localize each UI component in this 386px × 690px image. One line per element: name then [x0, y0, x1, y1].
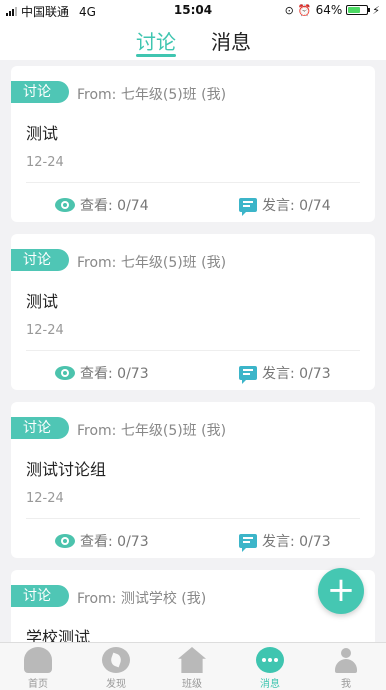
card-title: 测试: [26, 124, 59, 143]
discussion-card[interactable]: 讨论 From: 七年级(5)班 (我) 测试讨论组 12-24 查看: 0/7…: [11, 402, 375, 558]
reply-count-label: 发言: 0/73: [262, 366, 331, 382]
discover-icon: [102, 647, 130, 673]
alarm-icon: ⏰: [297, 3, 312, 17]
nav-messages-label: 消息: [260, 679, 280, 690]
discussion-tag: 讨论: [11, 81, 69, 103]
card-date: 12-24: [26, 323, 64, 338]
card-date: 12-24: [26, 155, 64, 170]
reply-count: 发言: 0/73: [239, 363, 331, 384]
comment-icon: [239, 366, 257, 384]
reply-count-label: 发言: 0/73: [262, 534, 331, 550]
profile-icon: [332, 647, 360, 673]
tab-discussion[interactable]: 讨论: [136, 26, 176, 55]
class-icon: [178, 647, 206, 673]
message-icon: [256, 647, 284, 673]
comment-icon: [239, 198, 257, 216]
header: 讨论 消息: [0, 20, 386, 60]
card-from: From: 七年级(5)班 (我): [77, 87, 227, 103]
nav-messages[interactable]: 消息: [240, 647, 300, 690]
view-count: 查看: 0/73: [55, 363, 149, 383]
tab-messages[interactable]: 消息: [211, 26, 251, 55]
card-title: 测试讨论组: [26, 460, 107, 479]
card-date: 12-24: [26, 491, 64, 506]
eye-icon: [55, 198, 75, 212]
divider: [26, 350, 360, 351]
discussion-tag: 讨论: [11, 417, 69, 439]
rotation-lock-icon: ⊙: [284, 3, 294, 17]
divider: [26, 182, 360, 183]
active-tab-indicator: [136, 54, 176, 57]
card-from: From: 测试学校 (我): [77, 591, 207, 607]
nav-home[interactable]: 首页: [8, 647, 68, 690]
nav-discover-label: 发现: [106, 679, 126, 690]
bottom-nav: 首页 发现 班级 消息 我: [0, 642, 386, 690]
nav-me[interactable]: 我: [316, 647, 376, 690]
eye-icon: [55, 366, 75, 380]
battery-icon: [346, 5, 371, 15]
reply-count-label: 发言: 0/74: [262, 198, 331, 214]
nav-discover[interactable]: 发现: [86, 647, 146, 690]
eye-icon: [55, 534, 75, 548]
status-bar: 中国联通 4G 15:04 ⊙ ⏰ 64% ⚡: [0, 0, 386, 20]
add-discussion-button[interactable]: +: [318, 568, 364, 614]
card-from: From: 七年级(5)班 (我): [77, 423, 227, 439]
view-count-label: 查看: 0/73: [80, 366, 149, 382]
home-icon: [24, 647, 52, 673]
discussion-card[interactable]: 讨论 From: 七年级(5)班 (我) 测试 12-24 查看: 0/73 发…: [11, 234, 375, 390]
view-count-label: 查看: 0/73: [80, 534, 149, 550]
view-count: 查看: 0/73: [55, 531, 149, 551]
battery-percent: 64%: [315, 3, 343, 17]
nav-class[interactable]: 班级: [162, 647, 222, 690]
discussion-tag: 讨论: [11, 249, 69, 271]
charging-icon: ⚡: [372, 3, 380, 17]
card-from: From: 七年级(5)班 (我): [77, 255, 227, 271]
discussion-card[interactable]: 讨论 From: 七年级(5)班 (我) 测试 12-24 查看: 0/74 发…: [11, 66, 375, 222]
view-count: 查看: 0/74: [55, 195, 149, 215]
card-title: 测试: [26, 292, 59, 311]
nav-home-label: 首页: [28, 679, 48, 690]
nav-me-label: 我: [341, 679, 351, 690]
divider: [26, 518, 360, 519]
discussion-tag: 讨论: [11, 585, 69, 607]
comment-icon: [239, 534, 257, 552]
reply-count: 发言: 0/74: [239, 195, 331, 216]
view-count-label: 查看: 0/74: [80, 198, 149, 214]
nav-class-label: 班级: [182, 679, 202, 690]
reply-count: 发言: 0/73: [239, 531, 331, 552]
